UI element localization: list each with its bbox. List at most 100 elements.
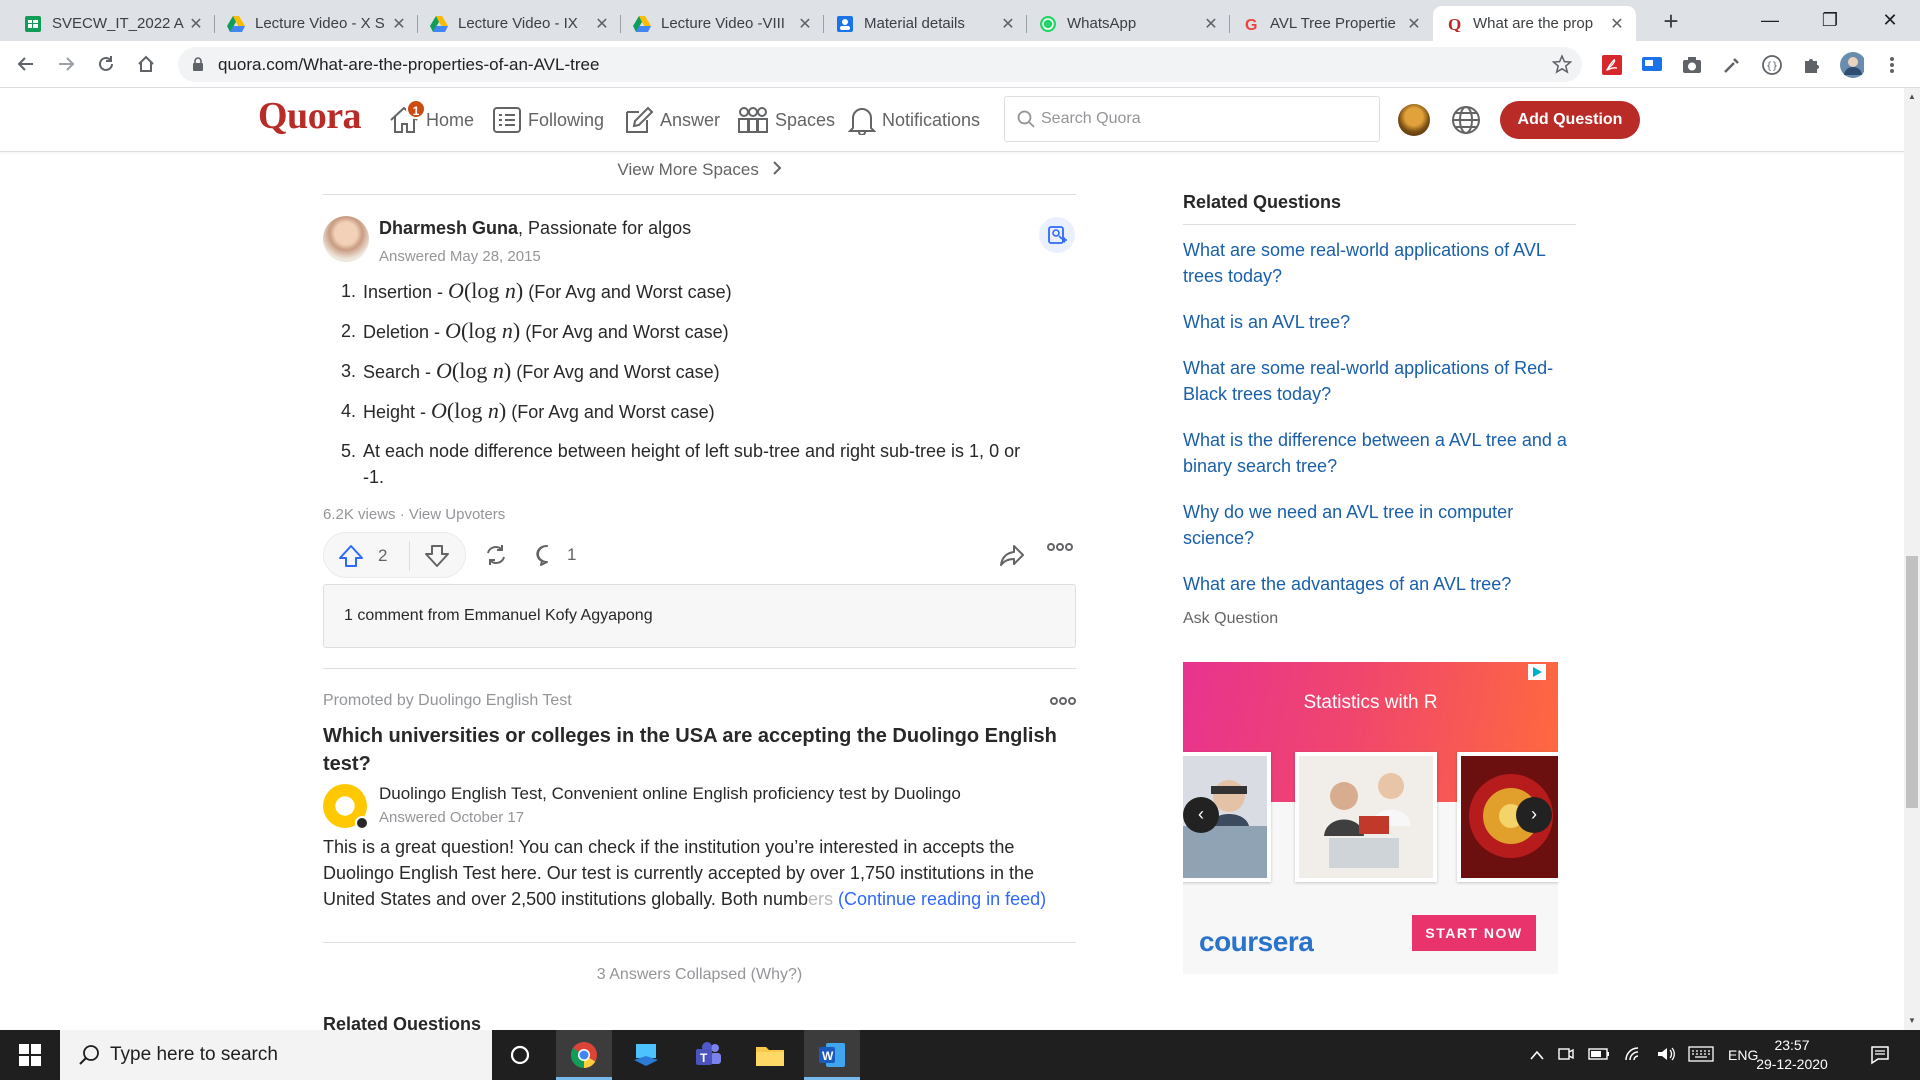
battery-icon[interactable]: [1588, 1047, 1610, 1063]
add-question-button[interactable]: Add Question: [1500, 101, 1640, 139]
minimize-button[interactable]: —: [1740, 0, 1800, 41]
close-icon[interactable]: ✕: [593, 14, 611, 34]
related-question-link[interactable]: What is an AVL tree?: [1183, 309, 1576, 335]
bookmark-star-icon[interactable]: [1551, 54, 1573, 79]
view-count[interactable]: 6.2K views · View Upvoters: [323, 506, 505, 523]
browser-tab[interactable]: SVECW_IT_2022 A ✕: [12, 6, 215, 41]
browser-tab-active[interactable]: Q What are the prop ✕: [1433, 6, 1636, 41]
related-question-link[interactable]: What are some real-world applications of…: [1183, 355, 1576, 407]
search-input[interactable]: [1041, 107, 1361, 131]
browser-tab[interactable]: Lecture Video - IX ✕: [418, 6, 621, 41]
author-avatar[interactable]: [323, 216, 369, 262]
start-now-button[interactable]: START NOW: [1412, 915, 1536, 951]
nav-spaces[interactable]: Spaces: [737, 102, 835, 138]
quora-logo[interactable]: Quora: [258, 94, 362, 138]
browser-tab[interactable]: G AVL Tree Propertie ✕: [1230, 6, 1433, 41]
task-view-button[interactable]: [492, 1030, 548, 1080]
chrome-menu-icon[interactable]: [1880, 53, 1904, 77]
maximize-button[interactable]: ❐: [1800, 0, 1860, 41]
promoted-by[interactable]: Promoted by Duolingo English Test: [323, 692, 572, 710]
comment-button[interactable]: 1: [535, 543, 576, 567]
downvote-button[interactable]: [424, 544, 450, 573]
taskbar-app[interactable]: [618, 1030, 674, 1080]
back-button[interactable]: [12, 50, 40, 78]
scrollbar-thumb[interactable]: [1906, 556, 1918, 808]
volume-icon[interactable]: [1656, 1046, 1676, 1065]
nav-following[interactable]: Following: [492, 102, 604, 138]
coursera-ad[interactable]: Statistics with R ‹ › coursera START NOW: [1183, 662, 1558, 974]
scroll-down-arrow-icon[interactable]: ▼: [1908, 1016, 1916, 1025]
upvote-button[interactable]: 2: [338, 544, 387, 568]
quora-search-box[interactable]: [1004, 96, 1380, 142]
bookmark-button[interactable]: [1039, 217, 1075, 253]
browser-tab[interactable]: Material details ✕: [824, 6, 1027, 41]
carousel-prev-button[interactable]: ‹: [1183, 797, 1219, 833]
related-question-link[interactable]: Why do we need an AVL tree in computer s…: [1183, 499, 1576, 551]
reload-button[interactable]: [92, 50, 120, 78]
keyboard-icon[interactable]: [1688, 1045, 1714, 1065]
adchoices-icon[interactable]: [1528, 664, 1546, 680]
answer-date[interactable]: Answered May 28, 2015: [379, 248, 541, 265]
close-icon[interactable]: ✕: [1202, 14, 1220, 34]
close-window-button[interactable]: ✕: [1860, 0, 1920, 41]
address-bar[interactable]: quora.com/What-are-the-properties-of-an-…: [178, 47, 1582, 82]
user-avatar[interactable]: [1398, 104, 1430, 136]
share-reshare-button[interactable]: [483, 543, 509, 567]
author-name[interactable]: Dharmesh Guna: [379, 218, 518, 238]
page-scrollbar[interactable]: ▲ ▼: [1904, 88, 1920, 1030]
taskbar-teams[interactable]: T: [680, 1030, 736, 1080]
chevron-up-icon[interactable]: [1530, 1047, 1544, 1063]
promo-author[interactable]: Duolingo English Test, Convenient online…: [379, 784, 961, 804]
related-question-link[interactable]: What is the difference between a AVL tre…: [1183, 427, 1576, 479]
code-extension-icon[interactable]: {}: [1760, 53, 1784, 77]
share-button[interactable]: [999, 543, 1025, 567]
continue-reading-link[interactable]: (Continue reading in feed): [838, 889, 1046, 909]
browser-tab[interactable]: Lecture Video - X S ✕: [215, 6, 418, 41]
taskbar-chrome[interactable]: [556, 1030, 612, 1080]
duolingo-avatar[interactable]: [323, 784, 369, 830]
new-tab-button[interactable]: +: [1656, 6, 1686, 36]
close-icon[interactable]: ✕: [390, 14, 408, 34]
taskbar-clock[interactable]: 23:57 29-12-2020: [1752, 1036, 1832, 1074]
action-center-button[interactable]: [1852, 1030, 1908, 1080]
nav-home[interactable]: 1 Home: [388, 99, 474, 138]
close-icon[interactable]: ✕: [1608, 14, 1626, 34]
home-button[interactable]: [132, 50, 160, 78]
browser-tab[interactable]: Lecture Video -VIII ✕: [621, 6, 824, 41]
ask-question-link[interactable]: Ask Question: [1183, 610, 1278, 628]
answers-collapsed-link[interactable]: 3 Answers Collapsed (Why?): [323, 966, 1076, 984]
close-icon[interactable]: ✕: [187, 14, 205, 34]
wifi-icon[interactable]: [1624, 1046, 1644, 1065]
close-icon[interactable]: ✕: [796, 14, 814, 34]
drive-icon: [227, 15, 245, 33]
windows-start-button[interactable]: [0, 1030, 60, 1080]
nav-notifications[interactable]: Notifications: [848, 102, 980, 138]
language-globe-icon[interactable]: [1450, 104, 1482, 141]
view-more-spaces-link[interactable]: View More Spaces: [323, 160, 1076, 180]
pdf-extension-icon[interactable]: [1600, 53, 1624, 77]
close-icon[interactable]: ✕: [999, 14, 1017, 34]
camera-icon[interactable]: [1680, 53, 1704, 77]
browser-tab[interactable]: WhatsApp ✕: [1027, 6, 1230, 41]
carousel-next-button[interactable]: ›: [1516, 797, 1552, 833]
extensions-puzzle-icon[interactable]: [1800, 53, 1824, 77]
more-options-button[interactable]: [1047, 543, 1073, 551]
close-icon[interactable]: ✕: [1405, 14, 1423, 34]
forward-button[interactable]: [52, 50, 80, 78]
taskbar-word[interactable]: W: [804, 1030, 860, 1080]
taskbar-search-box[interactable]: Type here to search: [60, 1030, 492, 1080]
cast-extension-icon[interactable]: [1640, 53, 1664, 77]
promoted-question-title[interactable]: Which universities or colleges in the US…: [323, 722, 1076, 778]
meet-now-icon[interactable]: [1558, 1046, 1574, 1065]
related-question-link[interactable]: What are the advantages of an AVL tree?: [1183, 571, 1576, 597]
comment-preview[interactable]: 1 comment from Emmanuel Kofy Agyapong: [323, 584, 1076, 648]
related-question-link[interactable]: What are some real-world applications of…: [1183, 237, 1576, 289]
profile-avatar[interactable]: [1840, 52, 1864, 78]
eyedropper-icon[interactable]: [1720, 53, 1744, 77]
promo-more-options[interactable]: [1050, 692, 1076, 710]
nav-answer[interactable]: Answer: [624, 102, 720, 138]
taskbar-file-explorer[interactable]: [742, 1030, 798, 1080]
scroll-up-arrow-icon[interactable]: ▲: [1908, 92, 1916, 101]
list-text: Height -: [363, 402, 432, 422]
promo-body[interactable]: This is a great question! You can check …: [323, 834, 1083, 912]
